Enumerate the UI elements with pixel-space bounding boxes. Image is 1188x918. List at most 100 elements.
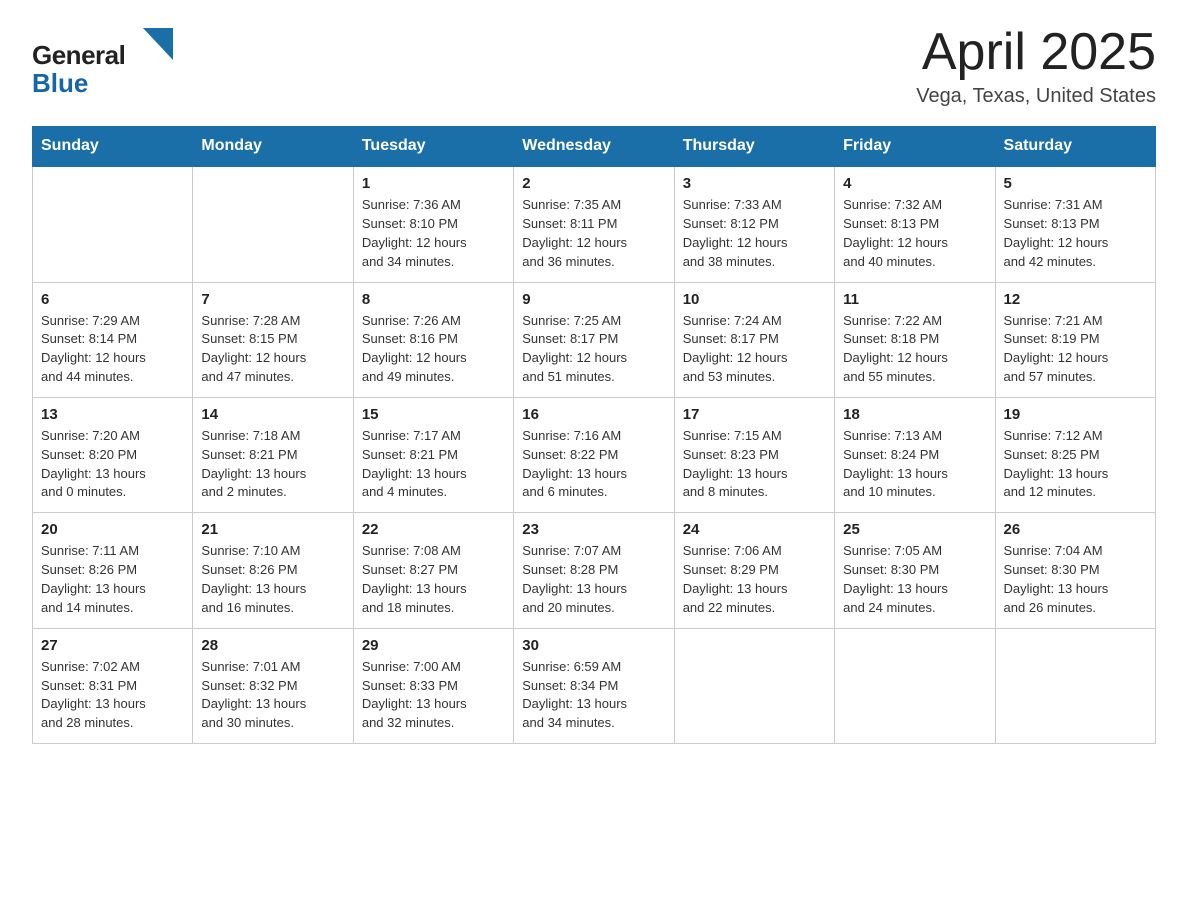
calendar-cell: 23 Sunrise: 7:07 AM Sunset: 8:28 PM Dayli…	[514, 513, 674, 628]
calendar-cell: 8 Sunrise: 7:26 AM Sunset: 8:16 PM Daylig…	[353, 282, 513, 397]
calendar-cell: 10 Sunrise: 7:24 AM Sunset: 8:17 PM Dayli…	[674, 282, 834, 397]
day-info: Sunrise: 7:33 AM Sunset: 8:12 PM Dayligh…	[683, 196, 826, 271]
calendar-cell: 30 Sunrise: 6:59 AM Sunset: 8:34 PM Dayli…	[514, 628, 674, 743]
day-info: Sunrise: 7:16 AM Sunset: 8:22 PM Dayligh…	[522, 427, 665, 502]
calendar-cell: 16 Sunrise: 7:16 AM Sunset: 8:22 PM Dayli…	[514, 397, 674, 512]
logo-triangle-icon	[125, 24, 177, 68]
day-info: Sunrise: 7:18 AM Sunset: 8:21 PM Dayligh…	[201, 427, 344, 502]
day-number: 10	[683, 291, 826, 308]
day-info: Sunrise: 7:17 AM Sunset: 8:21 PM Dayligh…	[362, 427, 505, 502]
weekday-header-row: SundayMondayTuesdayWednesdayThursdayFrid…	[33, 127, 1156, 167]
day-info: Sunrise: 7:24 AM Sunset: 8:17 PM Dayligh…	[683, 312, 826, 387]
calendar-cell: 28Sunrise: 7:01 AM Sunset: 8:32 PM Dayli…	[193, 628, 353, 743]
day-number: 7	[201, 291, 344, 308]
calendar-cell: 7 Sunrise: 7:28 AM Sunset: 8:15 PM Daylig…	[193, 282, 353, 397]
weekday-header-saturday: Saturday	[995, 127, 1155, 167]
day-info: Sunrise: 7:06 AM Sunset: 8:29 PM Dayligh…	[683, 542, 826, 617]
weekday-header-sunday: Sunday	[33, 127, 193, 167]
calendar-cell: 24 Sunrise: 7:06 AM Sunset: 8:29 PM Dayli…	[674, 513, 834, 628]
day-info: Sunrise: 6:59 AM Sunset: 8:34 PM Dayligh…	[522, 658, 665, 733]
day-number: 14	[201, 406, 344, 423]
calendar-cell: 20Sunrise: 7:11 AM Sunset: 8:26 PM Dayli…	[33, 513, 193, 628]
calendar-cell: 22 Sunrise: 7:08 AM Sunset: 8:27 PM Dayli…	[353, 513, 513, 628]
day-info: Sunrise: 7:21 AM Sunset: 8:19 PM Dayligh…	[1004, 312, 1147, 387]
calendar-cell	[193, 166, 353, 282]
weekday-header-wednesday: Wednesday	[514, 127, 674, 167]
weekday-header-monday: Monday	[193, 127, 353, 167]
day-info: Sunrise: 7:10 AM Sunset: 8:26 PM Dayligh…	[201, 542, 344, 617]
day-info: Sunrise: 7:01 AM Sunset: 8:32 PM Dayligh…	[201, 658, 344, 733]
day-info: Sunrise: 7:26 AM Sunset: 8:16 PM Dayligh…	[362, 312, 505, 387]
day-info: Sunrise: 7:25 AM Sunset: 8:17 PM Dayligh…	[522, 312, 665, 387]
day-info: Sunrise: 7:02 AM Sunset: 8:31 PM Dayligh…	[41, 658, 184, 733]
day-info: Sunrise: 7:29 AM Sunset: 8:14 PM Dayligh…	[41, 312, 184, 387]
day-number: 16	[522, 406, 665, 423]
logo-general-text: General	[32, 42, 125, 68]
day-number: 9	[522, 291, 665, 308]
day-number: 23	[522, 521, 665, 538]
calendar-week-row: 6 Sunrise: 7:29 AM Sunset: 8:14 PM Daylig…	[33, 282, 1156, 397]
day-number: 1	[362, 175, 505, 192]
calendar-cell: 15 Sunrise: 7:17 AM Sunset: 8:21 PM Dayli…	[353, 397, 513, 512]
logo: General Blue	[32, 24, 177, 99]
day-number: 27	[41, 637, 184, 654]
day-info: Sunrise: 7:08 AM Sunset: 8:27 PM Dayligh…	[362, 542, 505, 617]
calendar-cell: 12 Sunrise: 7:21 AM Sunset: 8:19 PM Dayli…	[995, 282, 1155, 397]
calendar-cell: 13 Sunrise: 7:20 AM Sunset: 8:20 PM Dayli…	[33, 397, 193, 512]
day-info: Sunrise: 7:36 AM Sunset: 8:10 PM Dayligh…	[362, 196, 505, 271]
day-info: Sunrise: 7:00 AM Sunset: 8:33 PM Dayligh…	[362, 658, 505, 733]
day-number: 6	[41, 291, 184, 308]
weekday-header-thursday: Thursday	[674, 127, 834, 167]
calendar-week-row: 13 Sunrise: 7:20 AM Sunset: 8:20 PM Dayli…	[33, 397, 1156, 512]
calendar-title: April 2025	[916, 24, 1156, 81]
calendar-title-block: April 2025 Vega, Texas, United States	[916, 24, 1156, 108]
calendar-cell: 4Sunrise: 7:32 AM Sunset: 8:13 PM Daylig…	[835, 166, 995, 282]
calendar-cell: 27 Sunrise: 7:02 AM Sunset: 8:31 PM Dayli…	[33, 628, 193, 743]
calendar-week-row: 1 Sunrise: 7:36 AM Sunset: 8:10 PM Daylig…	[33, 166, 1156, 282]
calendar-cell: 19 Sunrise: 7:12 AM Sunset: 8:25 PM Dayli…	[995, 397, 1155, 512]
day-info: Sunrise: 7:07 AM Sunset: 8:28 PM Dayligh…	[522, 542, 665, 617]
day-number: 3	[683, 175, 826, 192]
day-info: Sunrise: 7:04 AM Sunset: 8:30 PM Dayligh…	[1004, 542, 1147, 617]
calendar-cell: 21 Sunrise: 7:10 AM Sunset: 8:26 PM Dayli…	[193, 513, 353, 628]
calendar-cell: 14 Sunrise: 7:18 AM Sunset: 8:21 PM Dayli…	[193, 397, 353, 512]
day-number: 22	[362, 521, 505, 538]
calendar-cell	[33, 166, 193, 282]
day-info: Sunrise: 7:22 AM Sunset: 8:18 PM Dayligh…	[843, 312, 986, 387]
day-number: 17	[683, 406, 826, 423]
day-number: 19	[1004, 406, 1147, 423]
calendar-cell	[674, 628, 834, 743]
calendar-cell: 25 Sunrise: 7:05 AM Sunset: 8:30 PM Dayli…	[835, 513, 995, 628]
day-info: Sunrise: 7:28 AM Sunset: 8:15 PM Dayligh…	[201, 312, 344, 387]
day-number: 21	[201, 521, 344, 538]
day-number: 15	[362, 406, 505, 423]
page-header: General Blue April 2025 Vega, Texas, Uni…	[32, 24, 1156, 108]
day-number: 2	[522, 175, 665, 192]
day-number: 24	[683, 521, 826, 538]
day-info: Sunrise: 7:05 AM Sunset: 8:30 PM Dayligh…	[843, 542, 986, 617]
day-info: Sunrise: 7:32 AM Sunset: 8:13 PM Dayligh…	[843, 196, 986, 271]
day-number: 8	[362, 291, 505, 308]
calendar-cell: 2 Sunrise: 7:35 AM Sunset: 8:11 PM Daylig…	[514, 166, 674, 282]
day-info: Sunrise: 7:12 AM Sunset: 8:25 PM Dayligh…	[1004, 427, 1147, 502]
day-info: Sunrise: 7:20 AM Sunset: 8:20 PM Dayligh…	[41, 427, 184, 502]
weekday-header-tuesday: Tuesday	[353, 127, 513, 167]
day-info: Sunrise: 7:31 AM Sunset: 8:13 PM Dayligh…	[1004, 196, 1147, 271]
day-number: 12	[1004, 291, 1147, 308]
calendar-cell: 3 Sunrise: 7:33 AM Sunset: 8:12 PM Daylig…	[674, 166, 834, 282]
calendar-cell: 9 Sunrise: 7:25 AM Sunset: 8:17 PM Daylig…	[514, 282, 674, 397]
day-info: Sunrise: 7:15 AM Sunset: 8:23 PM Dayligh…	[683, 427, 826, 502]
calendar-cell: 17 Sunrise: 7:15 AM Sunset: 8:23 PM Dayli…	[674, 397, 834, 512]
day-number: 30	[522, 637, 665, 654]
day-info: Sunrise: 7:11 AM Sunset: 8:26 PM Dayligh…	[41, 542, 184, 617]
calendar-cell: 26Sunrise: 7:04 AM Sunset: 8:30 PM Dayli…	[995, 513, 1155, 628]
day-number: 13	[41, 406, 184, 423]
day-info: Sunrise: 7:35 AM Sunset: 8:11 PM Dayligh…	[522, 196, 665, 271]
logo-blue-text: Blue	[32, 68, 88, 98]
calendar-cell: 6 Sunrise: 7:29 AM Sunset: 8:14 PM Daylig…	[33, 282, 193, 397]
day-number: 18	[843, 406, 986, 423]
day-number: 11	[843, 291, 986, 308]
day-number: 25	[843, 521, 986, 538]
calendar-week-row: 27 Sunrise: 7:02 AM Sunset: 8:31 PM Dayli…	[33, 628, 1156, 743]
calendar-week-row: 20Sunrise: 7:11 AM Sunset: 8:26 PM Dayli…	[33, 513, 1156, 628]
